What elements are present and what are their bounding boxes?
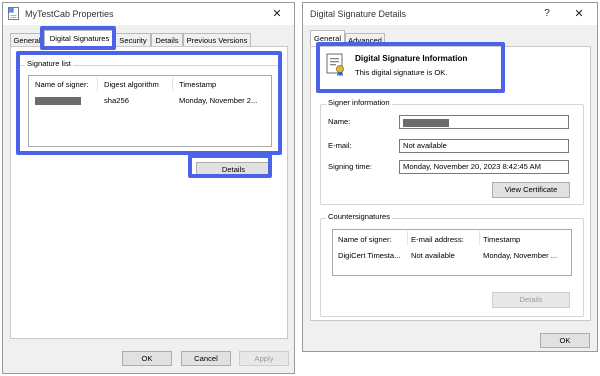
email-field[interactable]: Not available <box>399 139 569 153</box>
tab-details[interactable]: Details <box>151 33 183 46</box>
signer-information-label: Signer information <box>326 98 392 107</box>
signing-time-field[interactable]: Monday, November 20, 2023 8:42:45 AM <box>399 160 569 174</box>
countersigner-email-cell: Not available <box>411 251 455 260</box>
column-header-timestamp[interactable]: Timestamp <box>483 235 520 244</box>
column-header-email[interactable]: E-mail address: <box>411 235 464 244</box>
view-certificate-button[interactable]: View Certificate <box>492 182 570 198</box>
countersignatures-label: Countersignatures <box>326 212 393 221</box>
ok-button[interactable]: OK <box>540 333 590 348</box>
close-icon[interactable]: ✕ <box>267 7 287 21</box>
countersignature-details-button[interactable]: Details <box>492 292 570 308</box>
details-window-title: Digital Signature Details <box>310 9 407 19</box>
countersignatures-list-view[interactable]: Name of signer: E-mail address: Timestam… <box>332 229 572 276</box>
properties-window-title: MyTestCab Properties <box>25 9 114 19</box>
signing-time-label: Signing time: <box>328 162 372 171</box>
column-divider <box>407 231 408 245</box>
highlight-digital-signatures-tab <box>40 26 116 50</box>
tab-general[interactable]: General <box>10 33 44 46</box>
ok-button[interactable]: OK <box>122 351 172 366</box>
close-icon[interactable]: ✕ <box>569 7 589 21</box>
email-label: E-mail: <box>328 141 352 150</box>
details-title-bar: Digital Signature Details ? ✕ <box>303 3 597 25</box>
highlight-signature-list <box>16 51 282 155</box>
countersigner-timestamp-cell: Monday, November ... <box>483 251 558 260</box>
tab-previous-versions[interactable]: Previous Versions <box>183 33 251 46</box>
help-icon[interactable]: ? <box>539 7 555 21</box>
tab-security[interactable]: Security <box>115 33 151 46</box>
table-row[interactable]: DigiCert Timesta... Not available Monday… <box>334 250 570 262</box>
cancel-button[interactable]: Cancel <box>181 351 231 366</box>
column-header-signer[interactable]: Name of signer: <box>338 235 392 244</box>
signer-name-field[interactable] <box>399 115 569 129</box>
highlight-signature-information <box>316 42 505 93</box>
cab-file-icon: C <box>8 7 19 20</box>
countersigner-name-cell: DigiCert Timesta... <box>338 251 401 260</box>
redacted-signer-name <box>403 119 449 127</box>
apply-button[interactable]: Apply <box>239 351 289 366</box>
name-label: Name: <box>328 117 351 126</box>
highlight-details-button <box>188 154 272 178</box>
column-divider <box>479 231 480 245</box>
properties-title-bar: C MyTestCab Properties ✕ <box>3 3 294 25</box>
